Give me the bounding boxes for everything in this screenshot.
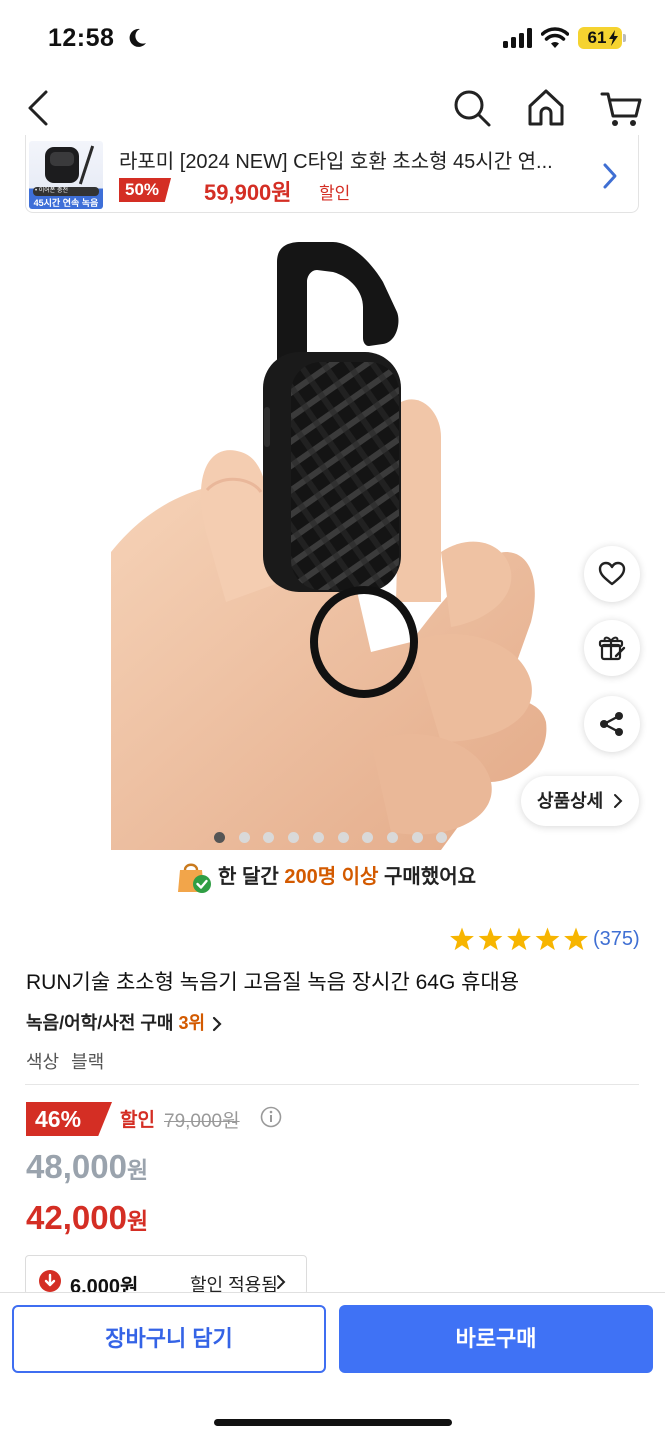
- pagination-dot[interactable]: [362, 832, 374, 843]
- product-detail-button[interactable]: 상품상세: [521, 776, 639, 826]
- down-arrow-circle-icon: [39, 1270, 61, 1292]
- base-price-number: 48,000: [26, 1148, 127, 1185]
- pagination-dot[interactable]: [411, 832, 423, 843]
- star-icon: [535, 927, 560, 951]
- option-label: 색상: [26, 1052, 60, 1072]
- coupon-applied-button[interactable]: 6,000원 할인 적용됨: [25, 1255, 307, 1298]
- divider: [25, 1084, 639, 1085]
- chevron-right-icon: [212, 1016, 222, 1032]
- star-icon: [478, 927, 503, 951]
- chevron-right-icon: [277, 1275, 286, 1289]
- thumb-caption: • 이어폰 충전: [33, 187, 99, 196]
- battery-icon: 61: [578, 27, 622, 49]
- battery-nub: [623, 34, 626, 42]
- signal-icon: [503, 28, 532, 48]
- cable-image: [78, 145, 95, 185]
- search-icon[interactable]: [452, 86, 492, 130]
- original-price: 79,000원: [164, 1111, 240, 1132]
- buyers-prefix: 한 달간: [218, 866, 279, 888]
- buyers-suffix: 구매했어요: [384, 866, 477, 888]
- product-detail-label: 상품상세: [537, 791, 604, 811]
- wishlist-button[interactable]: [584, 546, 640, 602]
- discount-label: 할인: [120, 1110, 155, 1131]
- charging-bolt-icon: [609, 30, 618, 46]
- option-value: 블랙: [71, 1052, 105, 1072]
- product-name: RUN기술 초소형 녹음기 고음질 녹음 장시간 64G 휴대용: [26, 971, 520, 994]
- buyers-highlight: 200명 이상: [284, 866, 379, 888]
- final-price-unit: 원: [126, 1208, 149, 1234]
- banner-discount-rate: 50%: [119, 178, 172, 202]
- add-to-cart-button[interactable]: 장바구니 담기: [12, 1305, 326, 1373]
- color-option: 색상 블랙: [26, 1048, 104, 1074]
- base-price: 48,000원: [26, 1148, 148, 1186]
- star-icon: [507, 927, 531, 951]
- banner-title: 라포미 [2024 NEW] C타입 호환 초소형 45시간 연...: [119, 151, 553, 173]
- review-count[interactable]: (375): [593, 928, 640, 951]
- cart-icon[interactable]: [600, 86, 642, 130]
- pagination-dot[interactable]: [288, 832, 300, 843]
- rank-value: 3위: [178, 1013, 206, 1033]
- chevron-right-icon[interactable]: [600, 162, 620, 190]
- pagination-dot[interactable]: [436, 832, 448, 843]
- product-image[interactable]: [111, 222, 554, 850]
- rating-stars[interactable]: [449, 927, 589, 953]
- heart-icon: [598, 561, 626, 586]
- banner-price: 59,900원: [204, 180, 292, 205]
- device-image: [45, 147, 79, 183]
- pagination-dot[interactable]: [312, 832, 324, 843]
- buy-now-button[interactable]: 바로구매: [339, 1305, 653, 1373]
- related-product-banner[interactable]: • 이어폰 충전 45시간 연속 녹음 라포미 [2024 NEW] C타입 호…: [25, 135, 639, 213]
- wifi-icon: [541, 27, 569, 48]
- pagination-dot[interactable]: [386, 832, 398, 843]
- gift-icon: [598, 636, 626, 661]
- share-button[interactable]: [584, 696, 640, 752]
- status-bar: 12:58 61: [0, 0, 665, 80]
- final-price-number: 42,000: [26, 1199, 127, 1236]
- status-time: 12:58: [48, 24, 115, 52]
- star-icon: [564, 927, 588, 951]
- back-icon[interactable]: [20, 86, 60, 130]
- banner-discount-label: 할인: [319, 184, 351, 203]
- category-rank-link[interactable]: 녹음/어학/사전 구매 3위: [26, 1009, 222, 1035]
- pagination-dot[interactable]: [337, 832, 349, 843]
- chevron-right-icon: [614, 794, 623, 808]
- home-icon[interactable]: [526, 86, 566, 130]
- share-icon: [600, 712, 623, 736]
- thumb-strip: 45시간 연속 녹음: [33, 198, 99, 208]
- home-indicator: [214, 1419, 452, 1426]
- final-price: 42,000원: [26, 1199, 148, 1237]
- bottom-action-bar: 장바구니 담기 바로구매: [0, 1292, 665, 1440]
- moon-icon: [129, 28, 146, 47]
- shopping-bag-icon: [178, 863, 211, 893]
- pagination-dot[interactable]: [214, 832, 225, 843]
- category-label: 녹음/어학/사전 구매: [26, 1013, 174, 1033]
- image-pagination[interactable]: [214, 832, 454, 844]
- pagination-dot[interactable]: [238, 832, 250, 843]
- pagination-dot[interactable]: [263, 832, 275, 843]
- info-icon[interactable]: [260, 1106, 282, 1128]
- star-icon: [450, 927, 474, 951]
- banner-thumbnail: • 이어폰 충전 45시간 연속 녹음: [29, 141, 103, 209]
- discount-rate-badge: 46%: [26, 1102, 112, 1136]
- gift-button[interactable]: [584, 620, 640, 676]
- base-price-unit: 원: [126, 1157, 149, 1183]
- hand-holding-recorder-image: [111, 242, 547, 850]
